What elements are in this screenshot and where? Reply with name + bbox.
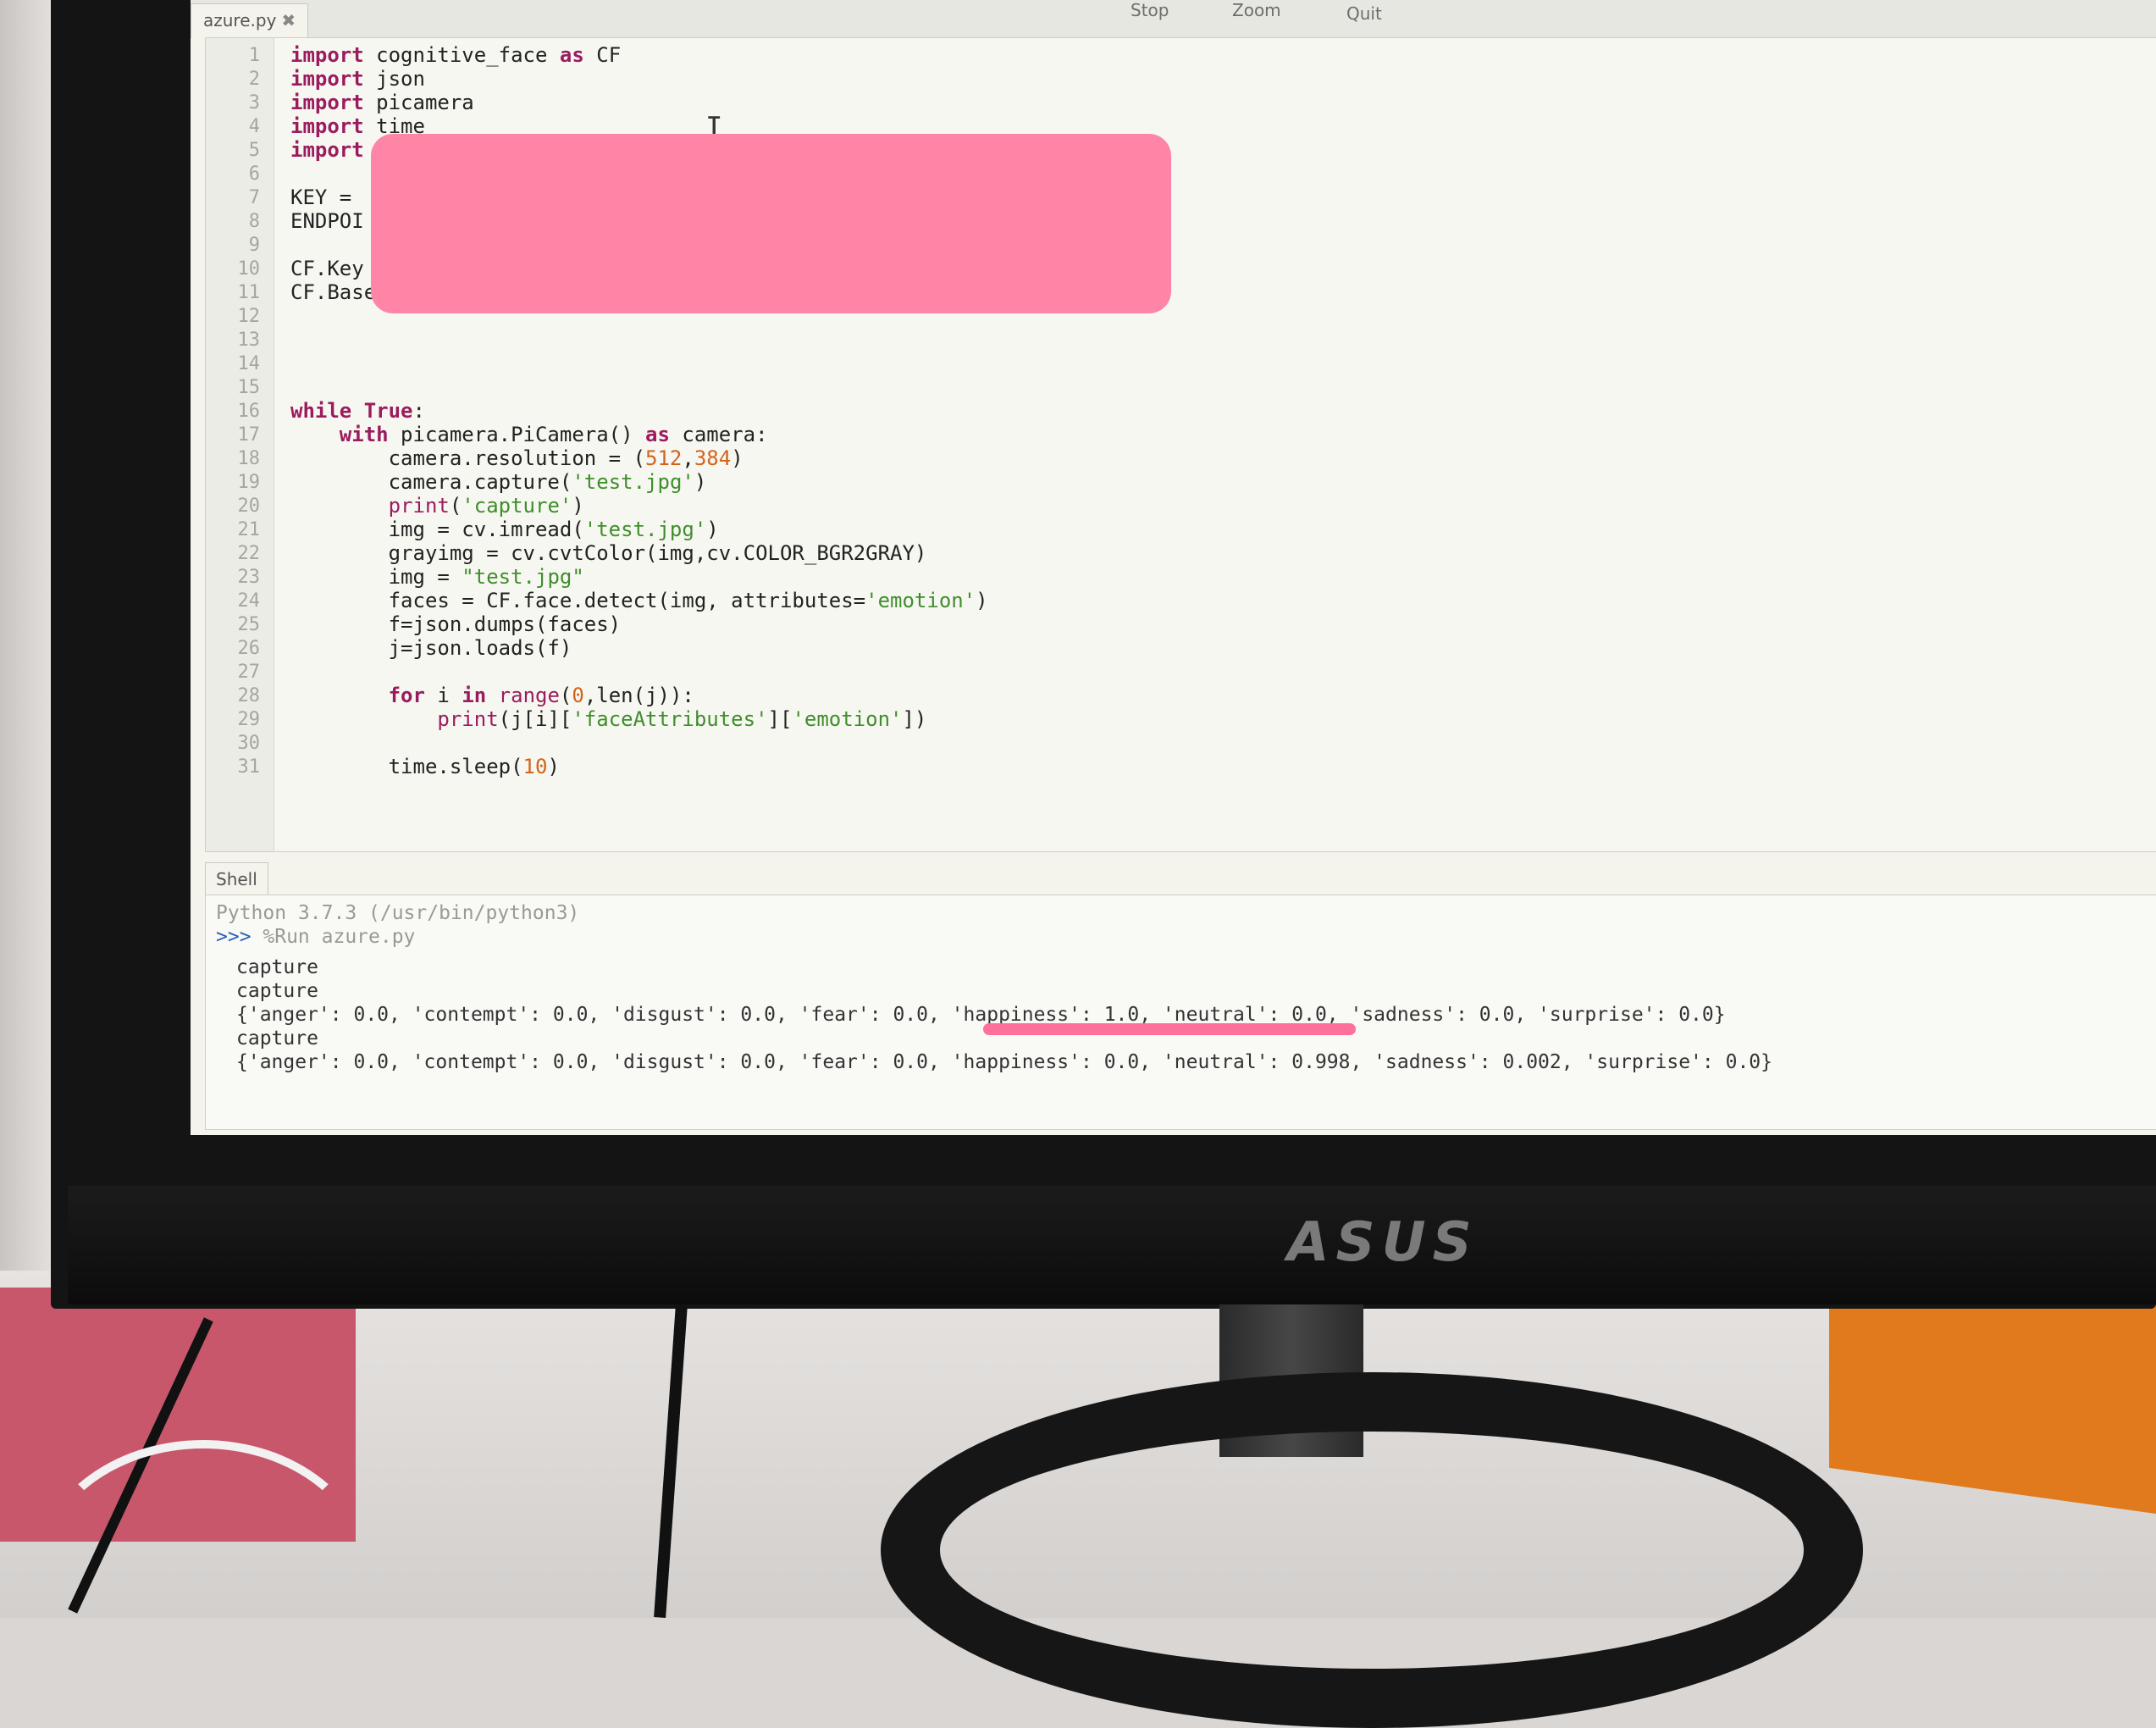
code-line-18: camera.resolution = (512,384) — [388, 446, 744, 470]
shell-version-line: Python 3.7.3 (/usr/bin/python3) — [216, 902, 580, 924]
shell-command-line: >>> %Run azure.py — [216, 926, 415, 948]
code-line-16: while True: — [290, 399, 425, 423]
code-line-7: KEY = — [290, 186, 364, 209]
line-number: 25 — [237, 614, 261, 635]
line-number: 21 — [237, 519, 261, 540]
line-number: 26 — [237, 638, 261, 659]
highlight-underline — [983, 1023, 1356, 1035]
tab-shell[interactable]: Shell — [205, 862, 268, 895]
line-number: 12 — [237, 306, 261, 327]
line-number: 24 — [237, 590, 261, 612]
shell-output-line: capture — [236, 956, 318, 978]
line-number: 31 — [237, 756, 261, 778]
line-number: 29 — [237, 709, 261, 730]
line-number-gutter: 1 2 3 4 5 6 7 8 9 10 11 12 13 14 15 16 1… — [206, 38, 274, 851]
shell-command: %Run azure.py — [251, 926, 416, 948]
line-number: 13 — [237, 330, 261, 351]
toolbar: Stop Zoom Quit azure.py ✖ — [191, 0, 2156, 38]
shell-output-line: {'anger': 0.0, 'contempt': 0.0, 'disgust… — [236, 1004, 1726, 1026]
close-icon[interactable]: ✖ — [281, 10, 296, 30]
monitor-chin — [68, 1186, 2156, 1304]
code-line-10: CF.Key — [290, 257, 364, 280]
line-number: 18 — [237, 448, 261, 469]
zoom-button[interactable]: Zoom — [1232, 0, 1281, 20]
monitor-stand-base — [881, 1372, 1863, 1728]
line-number: 27 — [237, 662, 261, 683]
redaction-marker — [371, 134, 1171, 313]
line-number: 9 — [248, 235, 260, 256]
code-line-1: import cognitive_face as CF — [290, 43, 622, 67]
monitor-brand-logo: ASUS — [1287, 1211, 1479, 1274]
line-number: 5 — [248, 140, 260, 161]
code-line-29: print(j[i]['faceAttributes']['emotion']) — [437, 707, 927, 731]
code-line-21: img = cv.imread('test.jpg') — [388, 518, 719, 541]
shell-output-line: {'anger': 0.0, 'contempt': 0.0, 'disgust… — [236, 1051, 1772, 1073]
code-line-24: faces = CF.face.detect(img, attributes='… — [388, 589, 988, 612]
line-number: 23 — [237, 567, 261, 588]
line-number: 11 — [237, 282, 261, 303]
code-line-3: import picamera — [290, 91, 474, 114]
code-line-11: CF.Base — [290, 280, 377, 304]
line-number: 1 — [248, 45, 260, 66]
code-line-28: for i in range(0,len(j)): — [388, 684, 694, 707]
line-number: 17 — [237, 424, 261, 446]
line-number: 20 — [237, 496, 261, 517]
code-line-20: print('capture') — [388, 494, 584, 518]
code-editor[interactable]: 1 2 3 4 5 6 7 8 9 10 11 12 13 14 15 16 1… — [205, 37, 2156, 852]
line-number: 10 — [237, 258, 261, 280]
line-number: 19 — [237, 472, 261, 493]
shell-output-line: capture — [236, 1027, 318, 1050]
code-line-8: ENDPOI — [290, 209, 364, 233]
code-line-23: img = "test.jpg" — [388, 565, 584, 589]
line-number: 16 — [237, 401, 261, 422]
shell-console[interactable]: Python 3.7.3 (/usr/bin/python3) >>> %Run… — [205, 894, 2156, 1130]
quit-button[interactable]: Quit — [1346, 3, 1382, 24]
code-line-5: import — [290, 138, 364, 162]
line-number: 8 — [248, 211, 260, 232]
tab-azure-py[interactable]: azure.py ✖ — [191, 3, 309, 38]
line-number: 30 — [237, 733, 261, 754]
tab-label: azure.py — [203, 10, 277, 30]
code-line-19: camera.capture('test.jpg') — [388, 470, 707, 494]
line-number: 22 — [237, 543, 261, 564]
line-number: 15 — [237, 377, 261, 398]
stop-button[interactable]: Stop — [1131, 0, 1169, 20]
line-number: 28 — [237, 685, 261, 706]
line-number: 4 — [248, 116, 260, 137]
ide-window: Stop Zoom Quit azure.py ✖ 1 2 3 4 5 6 7 8… — [191, 0, 2156, 1135]
white-cable — [34, 1440, 373, 1711]
code-line-22: grayimg = cv.cvtColor(img,cv.COLOR_BGR2G… — [388, 541, 927, 565]
line-number: 6 — [248, 163, 260, 185]
code-line-26: j=json.loads(f) — [388, 636, 572, 660]
line-number: 2 — [248, 69, 260, 90]
shell-prompt: >>> — [216, 926, 252, 948]
code-line-25: f=json.dumps(faces) — [388, 612, 622, 636]
line-number: 7 — [248, 187, 260, 208]
line-number: 14 — [237, 353, 261, 374]
code-line-17: with picamera.PiCamera() as camera: — [339, 423, 768, 446]
code-line-31: time.sleep(10) — [388, 755, 560, 778]
line-number: 3 — [248, 92, 260, 114]
code-line-2: import json — [290, 67, 425, 91]
shell-output-line: capture — [236, 980, 318, 1002]
